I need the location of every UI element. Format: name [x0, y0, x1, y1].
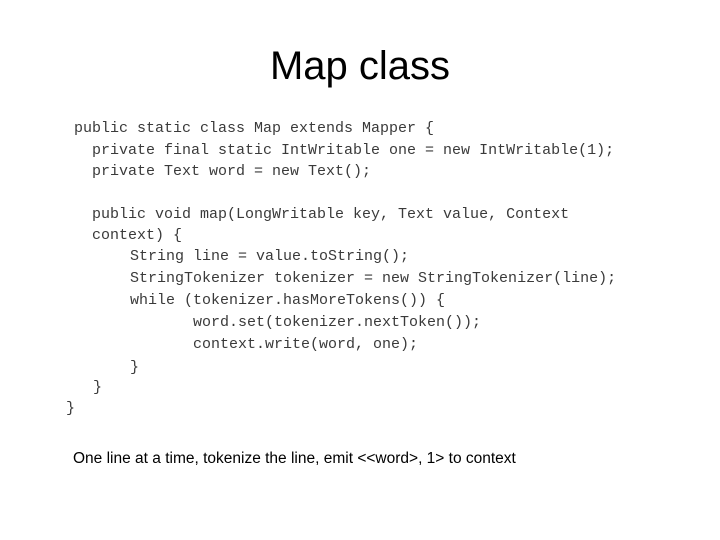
code-line: public static class Map extends Mapper { — [74, 120, 435, 137]
code-line: context.write(word, one); — [193, 336, 419, 353]
code-line: public void map(LongWritable key, Text v… — [92, 206, 570, 223]
code-line: private final static IntWritable one = n… — [92, 142, 615, 159]
code-line: context) { — [92, 227, 183, 244]
code-line: word.set(tokenizer.nextToken()); — [193, 314, 482, 331]
slide: Map class public static class Map extend… — [0, 0, 720, 540]
slide-caption: One line at a time, tokenize the line, e… — [73, 450, 516, 467]
code-line: } — [93, 379, 103, 396]
code-line: private Text word = new Text(); — [92, 163, 372, 180]
code-line: String line = value.toString(); — [130, 248, 410, 265]
code-line: StringTokenizer tokenizer = new StringTo… — [130, 270, 617, 287]
code-line: while (tokenizer.hasMoreTokens()) { — [130, 292, 446, 309]
code-line: } — [66, 400, 76, 417]
code-line: } — [130, 359, 140, 376]
